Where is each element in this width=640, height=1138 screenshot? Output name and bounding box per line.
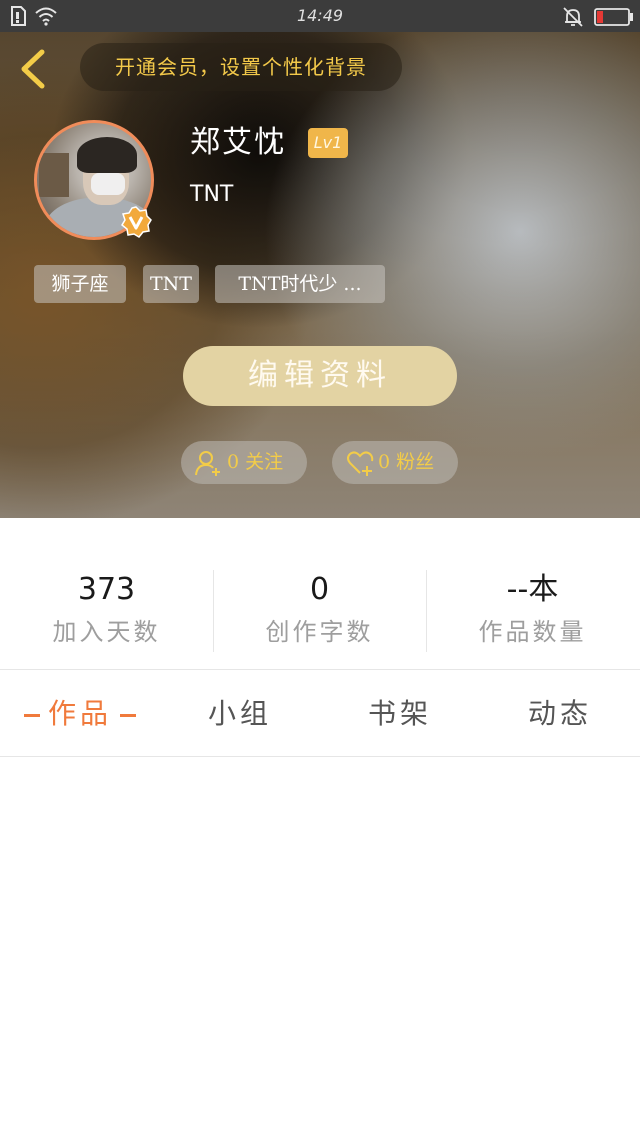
stat-label: 作品数量 [478,618,587,646]
verified-badge-icon [121,206,152,238]
heart-plus-icon [347,451,374,476]
stat-value: 0 [309,572,330,607]
tab-activity[interactable]: 动态 [480,671,640,757]
followers-count: 0 粉丝 [378,451,435,473]
profile-tabs: 作品 小组 书架 动态 [0,671,640,757]
username: 郑艾忱 [190,125,286,160]
stat-label: 创作字数 [265,618,374,646]
tab-works[interactable]: 作品 [0,671,160,757]
battery-icon [594,8,633,26]
tag-tnt[interactable]: TNT [143,265,199,303]
tab-content-area [0,758,640,1138]
avatar-hair [77,137,137,173]
signature: TNT [190,182,234,207]
back-arrow-icon[interactable] [14,46,54,92]
edit-profile-button[interactable]: 编辑资料 [183,346,457,406]
avatar-background-shelf [39,153,69,197]
stat-value: --本 [506,572,559,607]
stats-panel: 373 加入天数 0 创作字数 --本 作品数量 [0,518,640,670]
tab-works-label: 作品 [47,697,112,730]
vip-background-banner[interactable]: 开通会员，设置个性化背景 [80,43,402,91]
tab-groups[interactable]: 小组 [160,671,320,757]
followers-button[interactable]: 0 粉丝 [332,441,458,484]
status-bar: 14:49 [0,0,640,32]
level-badge: Lv1 [308,128,348,158]
tag-zodiac[interactable]: 狮子座 [34,265,126,303]
status-time: 14:49 [296,6,344,25]
stat-label: 加入天数 [52,618,161,646]
add-user-icon [195,451,220,476]
tab-active-dash-left [23,714,40,717]
stat-works-count: --本 作品数量 [426,572,639,650]
tab-bookshelf[interactable]: 书架 [320,671,480,757]
avatar-mask [91,173,125,195]
stat-days-joined: 373 加入天数 [0,572,213,650]
stat-word-count: 0 创作字数 [213,572,426,650]
stat-value: 373 [77,572,136,607]
following-count: 0 关注 [227,451,284,473]
mute-bell-icon [563,7,583,27]
tag-tnt-era[interactable]: TNT时代少 ... [215,265,385,303]
tab-active-dash-right [120,714,136,717]
following-button[interactable]: 0 关注 [181,441,307,484]
